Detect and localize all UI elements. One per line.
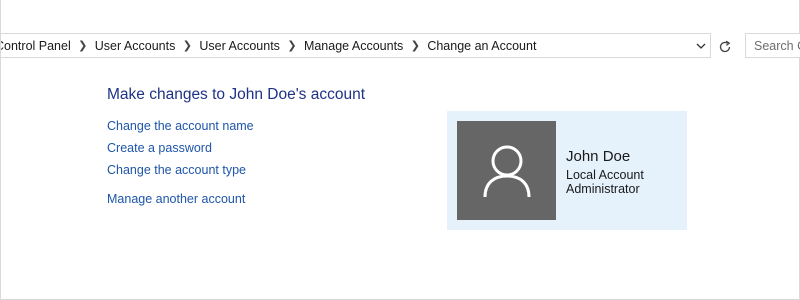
breadcrumb: Control Panel ❯ User Accounts ❯ User Acc…: [1, 39, 539, 53]
change-account-name-link[interactable]: Change the account name: [107, 119, 254, 133]
create-password-link[interactable]: Create a password: [107, 141, 212, 155]
account-role: Administrator: [566, 182, 640, 196]
control-panel-window: Control Panel ❯ User Accounts ❯ User Acc…: [0, 0, 800, 300]
chevron-right-icon[interactable]: ❯: [178, 39, 196, 52]
breadcrumb-user-accounts-sub[interactable]: User Accounts: [196, 39, 283, 53]
chevron-down-icon[interactable]: [692, 34, 710, 57]
chevron-right-icon[interactable]: ❯: [74, 39, 92, 52]
account-tile: John Doe Local Account Administrator: [447, 111, 687, 230]
user-icon: [483, 145, 530, 197]
manage-another-account-link[interactable]: Manage another account: [107, 192, 245, 206]
refresh-icon[interactable]: [714, 36, 736, 57]
address-bar[interactable]: Control Panel ❯ User Accounts ❯ User Acc…: [1, 33, 711, 58]
avatar: [457, 121, 556, 220]
search-input[interactable]: [745, 33, 800, 58]
account-name: John Doe: [566, 148, 631, 165]
change-account-type-link[interactable]: Change the account type: [107, 163, 246, 177]
account-type: Local Account: [566, 168, 644, 182]
breadcrumb-control-panel[interactable]: Control Panel: [1, 39, 74, 53]
page-title: Make changes to John Doe's account: [107, 86, 366, 103]
breadcrumb-user-accounts[interactable]: User Accounts: [92, 39, 179, 53]
chevron-right-icon[interactable]: ❯: [283, 39, 301, 52]
breadcrumb-manage-accounts[interactable]: Manage Accounts: [301, 39, 406, 53]
chevron-right-icon[interactable]: ❯: [406, 39, 424, 52]
breadcrumb-change-an-account[interactable]: Change an Account: [424, 39, 539, 53]
